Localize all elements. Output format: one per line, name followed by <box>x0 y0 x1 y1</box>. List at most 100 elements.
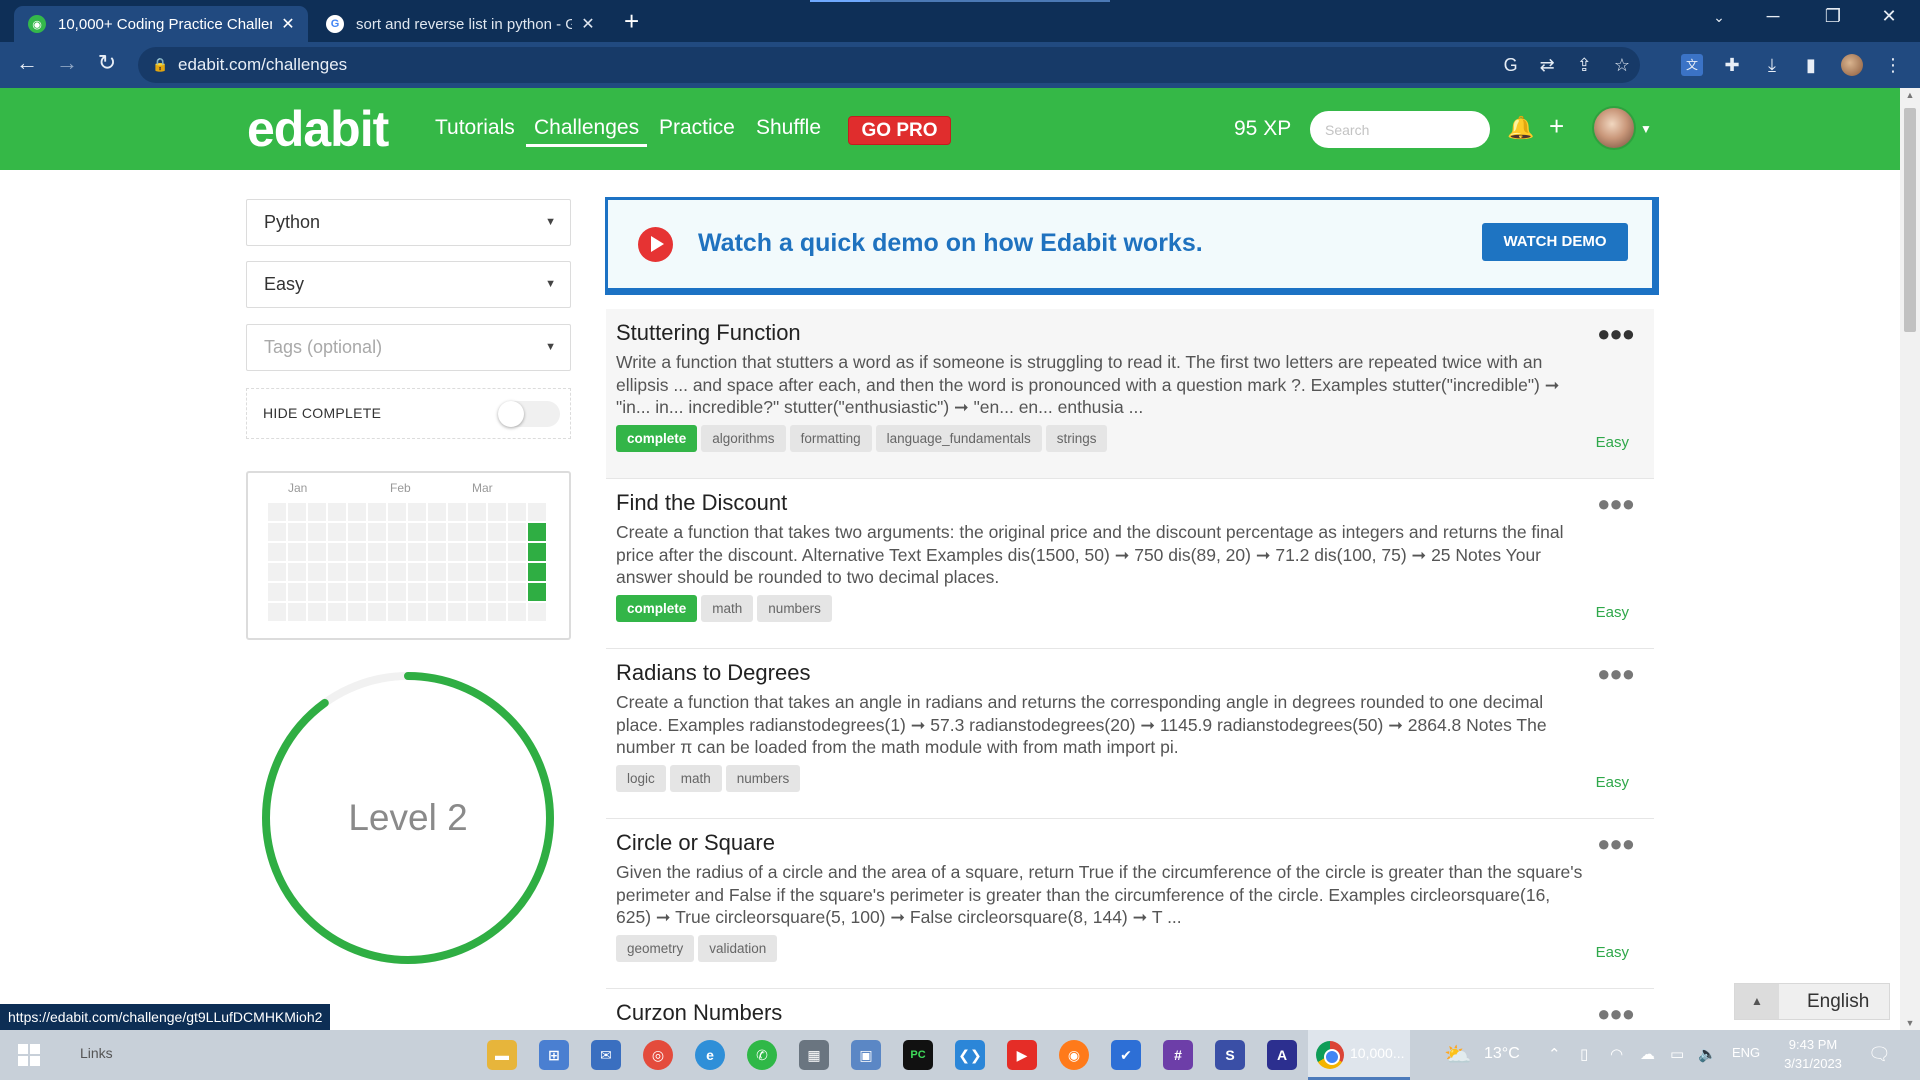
bookmark-star-icon[interactable]: ☆ <box>1614 47 1630 83</box>
profile-avatar[interactable] <box>1841 54 1863 76</box>
extensions-puzzle-icon[interactable]: ✚ <box>1721 54 1743 76</box>
tag[interactable]: geometry <box>616 935 695 962</box>
challenge-card[interactable]: Stuttering Function ●●● Write a function… <box>606 309 1654 479</box>
temperature[interactable]: 13°C <box>1484 1045 1520 1063</box>
google-lens-icon[interactable]: G <box>1504 47 1518 83</box>
language-widget[interactable]: ▲ English <box>1734 983 1890 1020</box>
challenge-title[interactable]: Circle or Square <box>616 830 775 856</box>
go-pro-button[interactable]: GO PRO <box>848 116 951 145</box>
taskbar-chrome-window[interactable]: 10,000... <box>1308 1030 1410 1080</box>
input-language[interactable]: ENG <box>1732 1045 1760 1060</box>
challenge-card[interactable]: Circle or Square ●●● Given the radius of… <box>606 819 1654 989</box>
translate-icon[interactable]: ⇄ <box>1540 47 1555 83</box>
new-tab-button[interactable]: + <box>624 8 639 34</box>
watch-demo-button[interactable]: WATCH DEMO <box>1482 223 1628 261</box>
edabit-logo[interactable]: edabit <box>247 100 389 158</box>
challenge-card[interactable]: Radians to Degrees ●●● Create a function… <box>606 649 1654 819</box>
tag[interactable]: math <box>669 765 722 792</box>
download-icon[interactable]: ⤓ <box>1761 54 1783 76</box>
vscode-icon[interactable]: ❮❯ <box>955 1040 985 1070</box>
links-toolbar-label[interactable]: Links <box>80 1045 113 1061</box>
minimize-button[interactable]: ─ <box>1750 6 1796 27</box>
add-icon[interactable]: + <box>1549 111 1564 142</box>
tag[interactable]: algorithms <box>701 425 786 452</box>
calculator-icon[interactable]: ▦ <box>799 1040 829 1070</box>
more-options-icon[interactable]: ●●● <box>1597 491 1635 517</box>
battery-icon[interactable]: ▭ <box>1670 1045 1684 1063</box>
windows-start-icon[interactable] <box>18 1044 40 1066</box>
forward-icon[interactable]: → <box>52 50 82 76</box>
play-icon[interactable] <box>638 227 673 262</box>
close-icon[interactable]: ✕ <box>578 14 598 34</box>
more-options-icon[interactable]: ●●● <box>1597 1001 1635 1027</box>
bell-icon[interactable]: 🔔 <box>1507 115 1534 141</box>
whatsapp-icon[interactable]: ✆ <box>747 1040 777 1070</box>
challenge-title[interactable]: Radians to Degrees <box>616 660 810 686</box>
tags-select[interactable]: Tags (optional) ▼ <box>246 324 571 371</box>
tag[interactable]: math <box>701 595 754 622</box>
more-options-icon[interactable]: ●●● <box>1597 321 1635 347</box>
nav-challenges[interactable]: Challenges <box>526 116 648 147</box>
tag[interactable]: logic <box>616 765 666 792</box>
menu-kebab-icon[interactable]: ⋮ <box>1882 54 1904 76</box>
firefox-icon[interactable]: ◉ <box>1059 1040 1089 1070</box>
file-explorer-icon[interactable]: ▬ <box>487 1040 517 1070</box>
challenge-title[interactable]: Stuttering Function <box>616 320 801 346</box>
side-panel-icon[interactable]: ▮ <box>1800 54 1822 76</box>
nav-tutorials[interactable]: Tutorials <box>435 116 515 140</box>
slack-icon[interactable]: # <box>1163 1040 1193 1070</box>
weather-icon[interactable]: ⛅ <box>1444 1042 1471 1068</box>
tag-complete[interactable]: complete <box>616 595 698 622</box>
tag[interactable]: numbers <box>757 595 832 622</box>
nav-shuffle[interactable]: Shuffle <box>756 116 821 140</box>
youtube-icon[interactable]: ▶ <box>1007 1040 1037 1070</box>
app-chart-icon[interactable]: A <box>1267 1040 1297 1070</box>
wifi-icon[interactable]: ◠ <box>1610 1045 1623 1063</box>
notifications-icon[interactable]: 🗨 <box>1868 1044 1891 1065</box>
cloud-icon[interactable]: ☁ <box>1640 1045 1655 1063</box>
close-icon[interactable]: ✕ <box>278 14 298 34</box>
todo-icon[interactable]: ✔ <box>1111 1040 1141 1070</box>
nav-practice[interactable]: Practice <box>659 116 735 140</box>
more-options-icon[interactable]: ●●● <box>1597 831 1635 857</box>
remote-desktop-icon[interactable]: ▣ <box>851 1040 881 1070</box>
scrollbar-thumb[interactable] <box>1904 108 1916 332</box>
edge-icon[interactable]: e <box>695 1040 725 1070</box>
back-icon[interactable]: ← <box>12 50 42 76</box>
reload-icon[interactable]: ↻ <box>92 50 122 76</box>
share-icon[interactable]: ⇪ <box>1577 47 1592 83</box>
browser-tab-google[interactable]: G sort and reverse list in python - Goog… <box>312 6 608 42</box>
chrome-icon[interactable]: ◎ <box>643 1040 673 1070</box>
tag[interactable]: language_fundamentals <box>875 425 1042 452</box>
window-close-button[interactable]: ✕ <box>1866 6 1912 27</box>
challenge-title[interactable]: Find the Discount <box>616 490 787 516</box>
user-avatar[interactable] <box>1592 106 1636 150</box>
tag[interactable]: validation <box>698 935 778 962</box>
browser-tab-edabit[interactable]: ◉ 10,000+ Coding Practice Challenges ✕ <box>14 6 308 42</box>
device-icon[interactable]: ▯ <box>1580 1045 1588 1063</box>
challenge-card[interactable]: Find the Discount ●●● Create a function … <box>606 479 1654 649</box>
search-input[interactable] <box>1310 111 1490 148</box>
pycharm-icon[interactable]: PC <box>903 1040 933 1070</box>
difficulty-select[interactable]: Easy ▼ <box>246 261 571 308</box>
chevron-up-icon[interactable]: ▲ <box>1735 984 1779 1019</box>
tag-complete[interactable]: complete <box>616 425 698 452</box>
tag[interactable]: numbers <box>725 765 801 792</box>
translate-extension-icon[interactable]: 文 <box>1681 54 1703 76</box>
tag[interactable]: strings <box>1045 425 1108 452</box>
store-icon[interactable]: ⊞ <box>539 1040 569 1070</box>
scroll-down-icon[interactable]: ▼ <box>1900 1018 1920 1028</box>
app-s-icon[interactable]: S <box>1215 1040 1245 1070</box>
system-clock[interactable]: 9:43 PM 3/31/2023 <box>1768 1035 1858 1073</box>
volume-icon[interactable]: 🔈 <box>1698 1045 1717 1063</box>
scroll-up-icon[interactable]: ▲ <box>1900 90 1920 100</box>
language-select[interactable]: Python ▼ <box>246 199 571 246</box>
more-options-icon[interactable]: ●●● <box>1597 661 1635 687</box>
tag[interactable]: formatting <box>789 425 872 452</box>
address-bar[interactable]: 🔒 edabit.com/challenges G ⇄ ⇪ ☆ <box>138 47 1640 83</box>
page-scrollbar[interactable]: ▲ ▼ <box>1900 88 1920 1030</box>
chevron-down-icon[interactable]: ▼ <box>1640 122 1652 136</box>
hide-complete-toggle[interactable] <box>498 401 560 427</box>
restore-button[interactable]: ❐ <box>1810 6 1856 27</box>
tab-search-icon[interactable]: ⌄ <box>1696 9 1742 26</box>
